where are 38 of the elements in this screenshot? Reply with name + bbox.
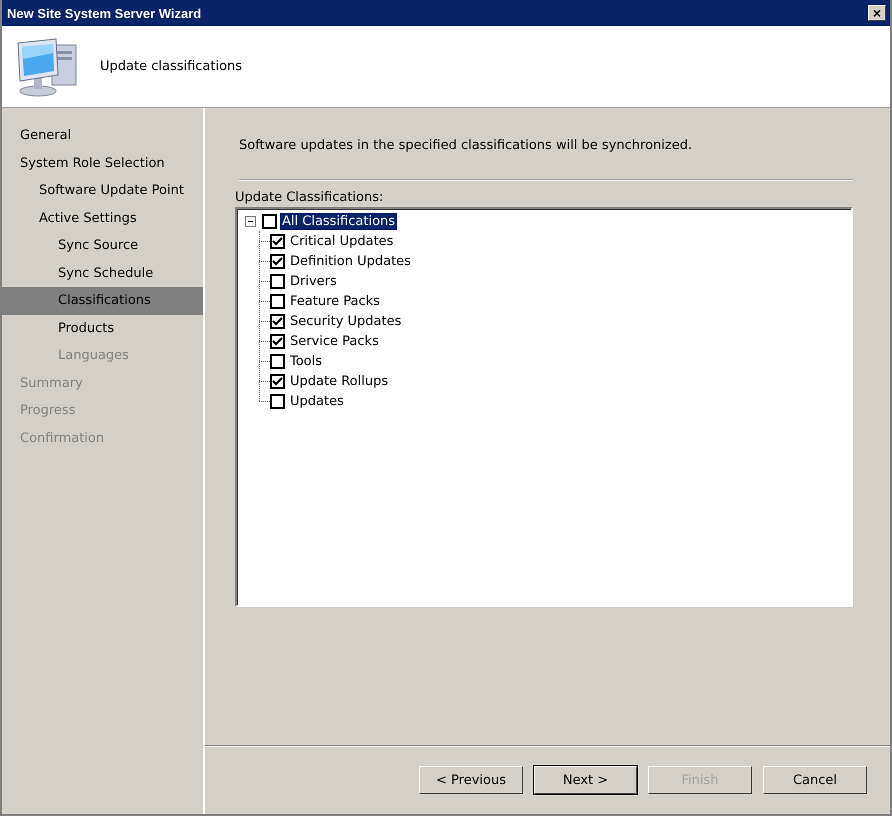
- checkbox[interactable]: [262, 214, 277, 228]
- nav-item[interactable]: Classifications: [2, 287, 203, 314]
- nav-item[interactable]: Software Update Point: [2, 177, 203, 204]
- nav-item[interactable]: Active Settings: [2, 204, 203, 232]
- tree-item-label[interactable]: Update Rollups: [288, 372, 390, 390]
- tree-item-label[interactable]: Security Updates: [288, 312, 404, 330]
- tree-item-label[interactable]: Service Packs: [288, 332, 381, 350]
- nav-item[interactable]: Sync Schedule: [2, 260, 203, 287]
- tree-item-label[interactable]: Critical Updates: [288, 232, 396, 250]
- checkbox[interactable]: [270, 394, 285, 408]
- tree-item-label[interactable]: Drivers: [288, 272, 339, 290]
- nav-item[interactable]: Sync Source: [2, 232, 203, 260]
- tree-item-label[interactable]: All Classifications: [280, 212, 398, 230]
- checkbox[interactable]: [270, 314, 285, 328]
- classification-tree[interactable]: All Classifications Critical Updates Definition Updates Drivers Feature Packs Security Updates Service Packs Tools Update Rollups Updates: [235, 207, 853, 607]
- description-text: Software updates in the specified classifications will be synchronized.: [238, 138, 694, 153]
- checkbox[interactable]: [270, 294, 285, 308]
- page-title: Update classifications: [100, 59, 242, 74]
- collapse-icon[interactable]: [245, 216, 256, 226]
- tree-item-label[interactable]: Tools: [288, 352, 324, 370]
- tree-item-label[interactable]: Definition Updates: [288, 252, 413, 270]
- nav-item[interactable]: General: [2, 122, 203, 150]
- tree-item-label[interactable]: Updates: [288, 392, 346, 410]
- checkbox[interactable]: [270, 354, 285, 368]
- checkbox[interactable]: [270, 254, 285, 268]
- window-title: New Site System Server Wizard: [7, 6, 202, 20]
- checkbox[interactable]: [270, 234, 285, 248]
- tree-item-label[interactable]: Feature Packs: [288, 292, 382, 310]
- nav-item[interactable]: System Role Selection: [2, 150, 203, 177]
- wizard-button[interactable]: Cancel: [763, 766, 867, 794]
- wizard-button[interactable]: Next >: [534, 766, 637, 794]
- checkbox[interactable]: [270, 274, 285, 288]
- tree-label: Update Classifications:: [235, 190, 384, 205]
- checkbox[interactable]: [270, 374, 285, 388]
- checkbox[interactable]: [270, 334, 285, 348]
- wizard-button[interactable]: < Previous: [419, 766, 523, 794]
- close-button[interactable]: ×: [868, 5, 886, 21]
- nav-item[interactable]: Products: [2, 314, 203, 342]
